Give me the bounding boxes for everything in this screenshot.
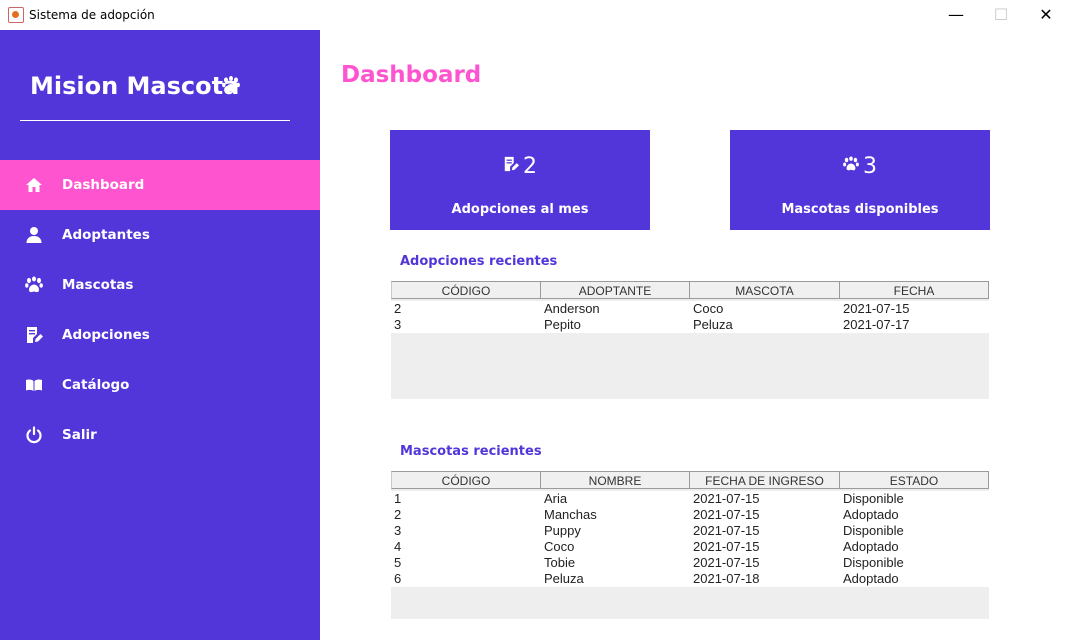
- table-cell: 2021-07-15: [693, 491, 760, 506]
- table-cell: Coco: [544, 539, 575, 554]
- table-cell: 2: [394, 301, 402, 316]
- sidebar-item-label: Catálogo: [62, 377, 130, 393]
- table-row[interactable]: 2 Anderson Coco 2021-07-15: [391, 301, 989, 317]
- sidebar-item-label: Dashboard: [62, 177, 145, 193]
- table-row[interactable]: 3 Pepito Peluza 2021-07-17: [391, 317, 989, 333]
- window-title: Sistema de adopción: [29, 8, 155, 22]
- table-row[interactable]: 1 Aria 2021-07-15 Disponible: [391, 491, 989, 507]
- sidebar-item-salir[interactable]: Salir: [0, 410, 320, 460]
- column-header[interactable]: FECHA DE INGRESO: [690, 471, 840, 489]
- table-cell: Peluza: [544, 571, 584, 586]
- table-cell: 2021-07-15: [693, 539, 760, 554]
- pets-table[interactable]: CÓDIGO NOMBRE FECHA DE INGRESO ESTADO 1 …: [391, 471, 989, 619]
- sidebar-item-mascotas[interactable]: Mascotas: [0, 260, 320, 310]
- paw-icon: [843, 156, 859, 171]
- table-cell: Disponible: [843, 555, 904, 570]
- stat-value: 2: [523, 154, 537, 179]
- table-cell: 4: [394, 539, 402, 554]
- table-cell: 2021-07-15: [693, 523, 760, 538]
- edit-document-icon: [27, 327, 43, 343]
- sidebar-item-label: Adopciones: [62, 327, 150, 343]
- adoptions-table[interactable]: CÓDIGO ADOPTANTE MASCOTA FECHA 2 Anderso…: [391, 281, 989, 399]
- table-cell: Peluza: [693, 317, 733, 332]
- table-cell: Adoptado: [843, 539, 899, 554]
- table-header: CÓDIGO ADOPTANTE MASCOTA FECHA: [391, 281, 989, 300]
- table-cell: 2021-07-15: [693, 555, 760, 570]
- paw-icon: [25, 276, 43, 293]
- stat-card-mascotas: 3 Mascotas disponibles: [730, 130, 990, 230]
- table-cell: 2021-07-15: [843, 301, 910, 316]
- sidebar-item-adopciones[interactable]: Adopciones: [0, 310, 320, 360]
- table-row[interactable]: 3 Puppy 2021-07-15 Disponible: [391, 523, 989, 539]
- column-header[interactable]: ADOPTANTE: [541, 281, 690, 299]
- paw-icon: [222, 76, 240, 92]
- table-cell: 2021-07-18: [693, 571, 760, 586]
- table-header: CÓDIGO NOMBRE FECHA DE INGRESO ESTADO: [391, 471, 989, 490]
- java-app-icon: [8, 7, 24, 23]
- table-cell: Pepito: [544, 317, 581, 332]
- home-icon: [26, 178, 42, 192]
- sidebar-item-label: Mascotas: [62, 277, 134, 293]
- edit-document-icon: [504, 156, 519, 172]
- section-title-mascotas: Mascotas recientes: [400, 444, 542, 459]
- sidebar-item-label: Adoptantes: [62, 227, 150, 243]
- section-title-adopciones: Adopciones recientes: [400, 254, 558, 269]
- column-header[interactable]: MASCOTA: [690, 281, 840, 299]
- column-header[interactable]: CÓDIGO: [391, 471, 541, 489]
- close-button[interactable]: ✕: [1023, 0, 1068, 30]
- table-cell: Puppy: [544, 523, 581, 538]
- brand-title: Mision Mascota: [30, 72, 240, 100]
- maximize-button[interactable]: ☐: [978, 0, 1024, 30]
- table-cell: Coco: [693, 301, 724, 316]
- table-cell: 2021-07-15: [693, 507, 760, 522]
- column-header[interactable]: NOMBRE: [541, 471, 690, 489]
- column-header[interactable]: CÓDIGO: [391, 281, 541, 299]
- table-cell: 3: [394, 523, 402, 538]
- table-cell: 6: [394, 571, 402, 586]
- stat-value: 3: [863, 154, 877, 179]
- power-icon: [26, 426, 42, 444]
- user-icon: [26, 227, 42, 243]
- sidebar-item-dashboard[interactable]: Dashboard: [0, 160, 320, 210]
- table-cell: Manchas: [544, 507, 597, 522]
- table-cell: 2021-07-17: [843, 317, 910, 332]
- stat-label: Adopciones al mes: [451, 202, 589, 217]
- sidebar: Mision Mascota Dashboard Adoptantes Masc…: [0, 30, 320, 640]
- book-icon: [26, 379, 42, 391]
- table-row[interactable]: 4 Coco 2021-07-15 Adoptado: [391, 539, 989, 555]
- sidebar-item-catalogo[interactable]: Catálogo: [0, 360, 320, 410]
- column-header[interactable]: ESTADO: [840, 471, 989, 489]
- table-row[interactable]: 6 Peluza 2021-07-18 Adoptado: [391, 571, 989, 587]
- table-cell: Disponible: [843, 523, 904, 538]
- table-cell: Tobie: [544, 555, 576, 570]
- stat-label: Mascotas disponibles: [781, 202, 939, 217]
- table-row[interactable]: 2 Manchas 2021-07-15 Adoptado: [391, 507, 989, 523]
- sidebar-item-adoptantes[interactable]: Adoptantes: [0, 210, 320, 260]
- table-cell: 3: [394, 317, 402, 332]
- table-cell: Disponible: [843, 491, 904, 506]
- table-cell: 1: [394, 491, 402, 506]
- minimize-button[interactable]: —: [933, 0, 979, 30]
- table-row[interactable]: 5 Tobie 2021-07-15 Disponible: [391, 555, 989, 571]
- brand-divider: [20, 120, 290, 121]
- table-cell: Aria: [544, 491, 568, 506]
- table-cell: 5: [394, 555, 402, 570]
- stat-card-adopciones: 2 Adopciones al mes: [390, 130, 650, 230]
- page-title: Dashboard: [341, 62, 482, 88]
- table-cell: 2: [394, 507, 402, 522]
- table-cell: Adoptado: [843, 507, 899, 522]
- column-header[interactable]: FECHA: [840, 281, 989, 299]
- table-cell: Adoptado: [843, 571, 899, 586]
- window-titlebar: Sistema de adopción — ☐ ✕: [0, 0, 1068, 30]
- sidebar-item-label: Salir: [62, 427, 97, 443]
- table-cell: Anderson: [544, 301, 600, 316]
